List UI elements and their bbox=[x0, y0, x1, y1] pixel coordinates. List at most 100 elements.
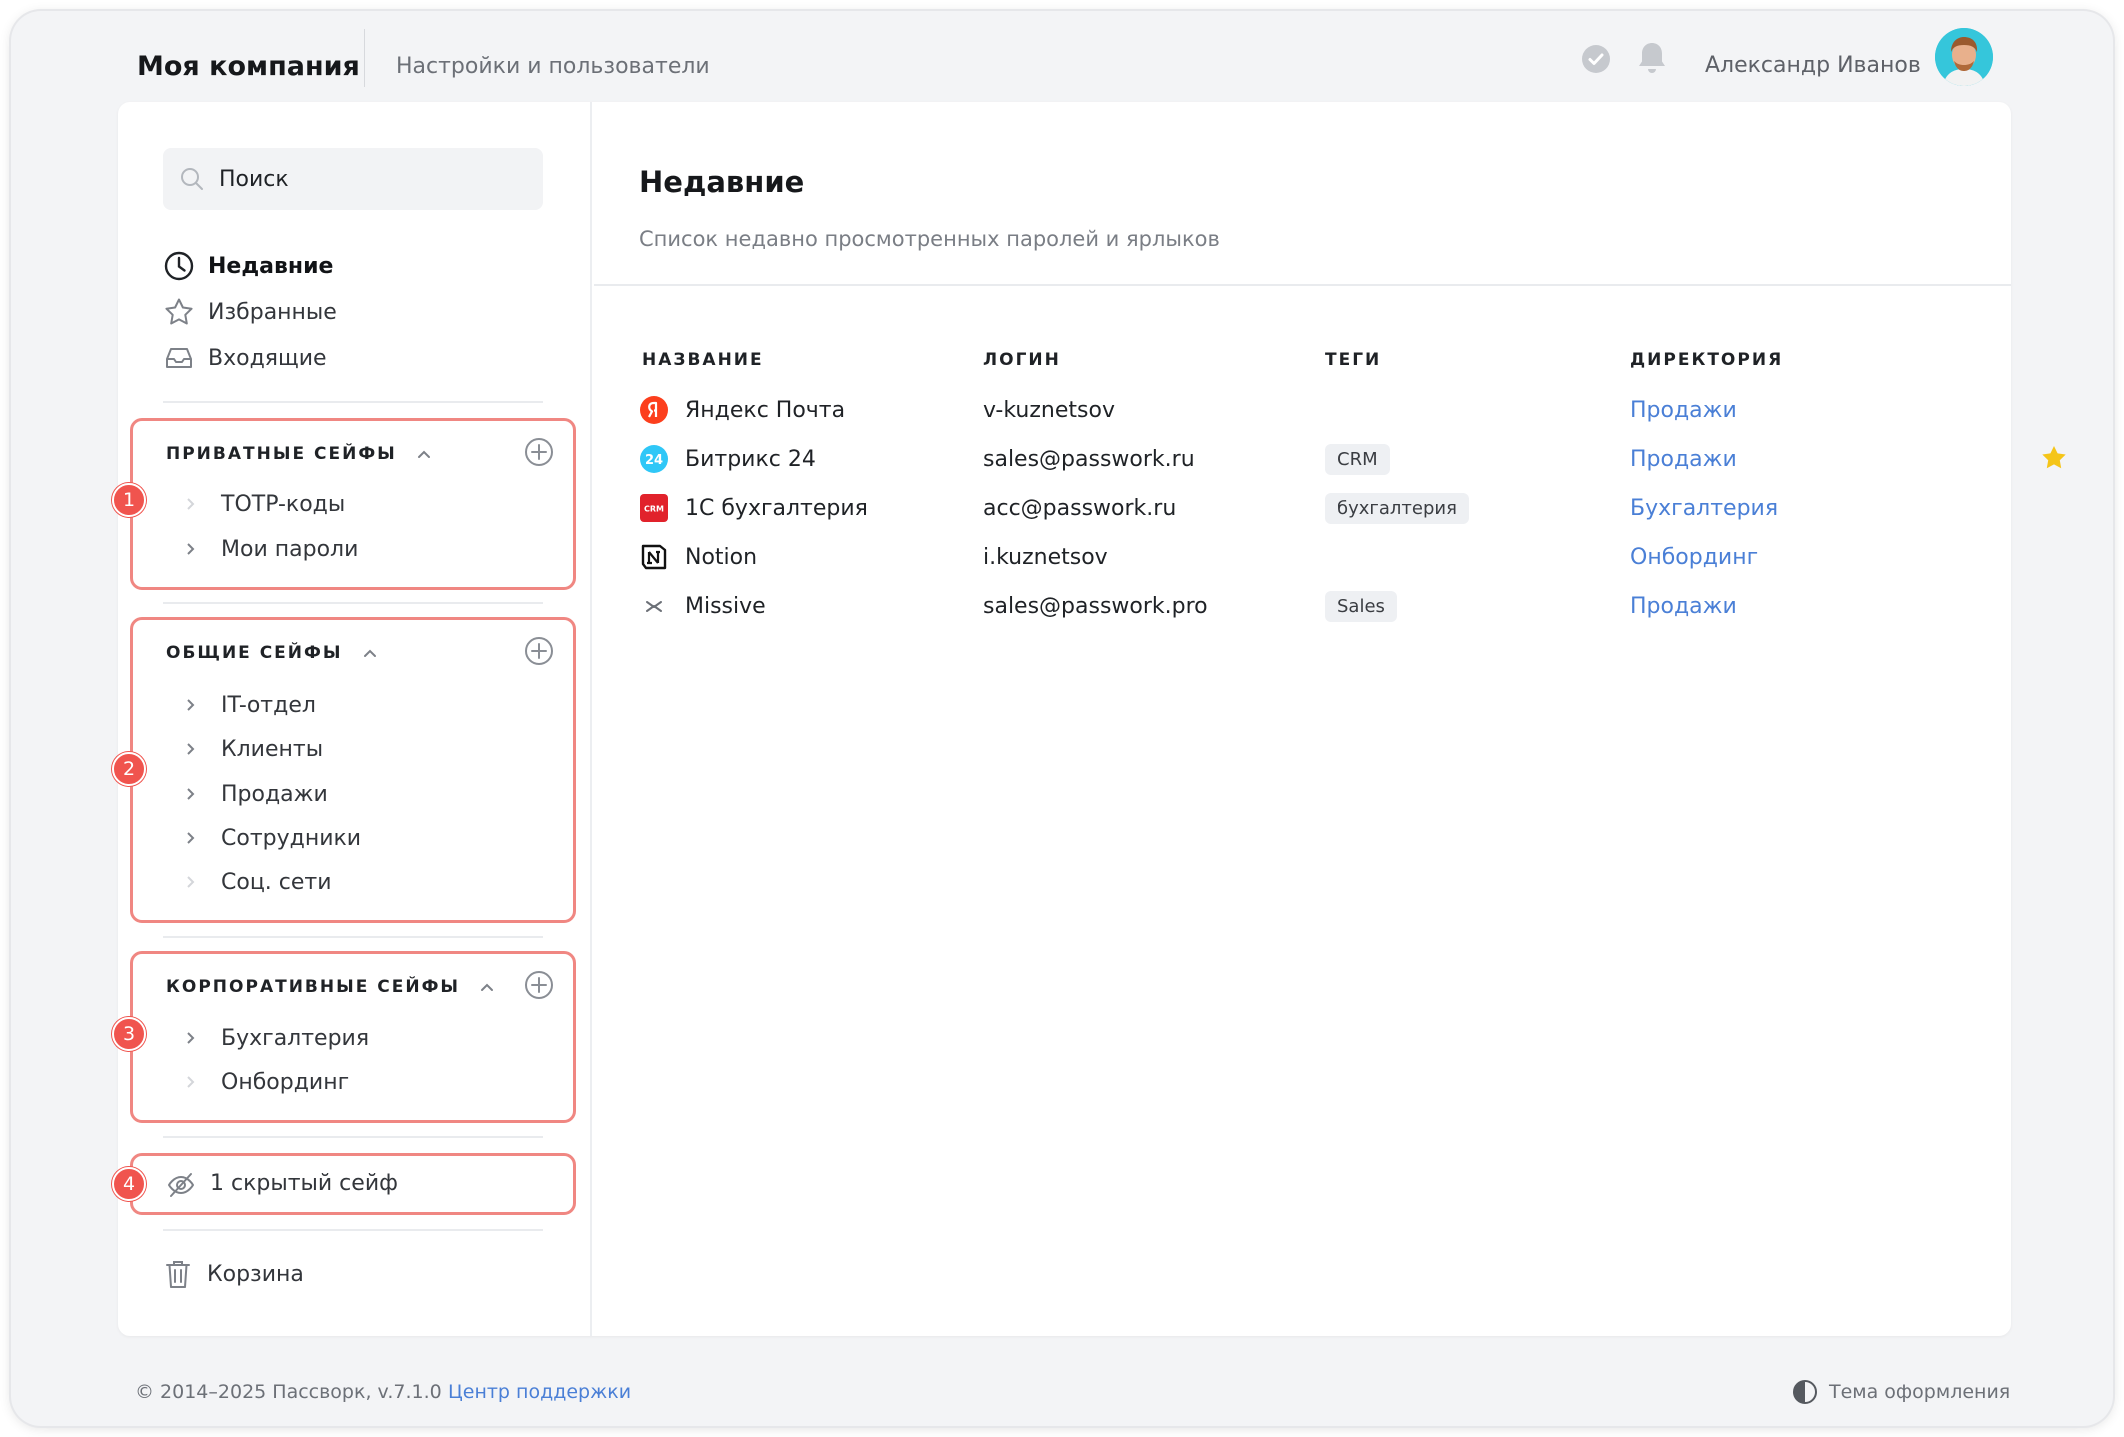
chevron-right-icon[interactable] bbox=[183, 496, 199, 512]
login-cell[interactable]: i.kuznetsov bbox=[983, 537, 1108, 577]
tag-badge[interactable]: Sales bbox=[1325, 590, 1397, 622]
name-text: Missive bbox=[685, 593, 766, 619]
notion-icon bbox=[641, 544, 667, 570]
name-cell[interactable]: Missive bbox=[639, 586, 766, 626]
directory-text[interactable]: Онбординг bbox=[1630, 545, 1758, 570]
name-cell[interactable]: Notion bbox=[639, 537, 757, 577]
app-window: Моя компания Настройки и пользователи Ал… bbox=[11, 11, 2113, 1426]
name-text: Яндекс Почта bbox=[685, 397, 846, 423]
sidebar-item-label: Корзина bbox=[207, 1261, 304, 1287]
vault-label: TOTP-коды bbox=[221, 491, 346, 517]
tag-badge[interactable]: CRM bbox=[1325, 443, 1390, 475]
name-cell[interactable]: 24 Битрикс 24 bbox=[639, 439, 816, 479]
search-box[interactable] bbox=[163, 148, 543, 210]
vault-label: Соц. сети bbox=[221, 869, 332, 895]
vault-item[interactable]: Бухгалтерия bbox=[183, 1020, 369, 1056]
directory-text[interactable]: Бухгалтерия bbox=[1630, 496, 1778, 521]
sidebar-item-label: Недавние bbox=[208, 253, 334, 279]
directory-link[interactable]: Продажи bbox=[1630, 439, 1737, 479]
group-header[interactable]: КОРПОРАТИВНЫЕ СЕЙФЫ bbox=[166, 972, 496, 1002]
chevron-right-icon[interactable] bbox=[183, 697, 199, 713]
vault-item[interactable]: Клиенты bbox=[183, 731, 323, 767]
bitrix24-icon: 24 bbox=[640, 445, 668, 473]
login-cell[interactable]: acc@passwork.ru bbox=[983, 488, 1176, 528]
user-name[interactable]: Александр Иванов bbox=[1705, 53, 1921, 78]
marker-3: 3 bbox=[112, 1017, 146, 1051]
chevron-right-icon[interactable] bbox=[183, 830, 199, 846]
directory-link[interactable]: Продажи bbox=[1630, 390, 1737, 430]
chevron-right-icon[interactable] bbox=[183, 541, 199, 557]
vault-item[interactable]: Продажи bbox=[183, 776, 328, 812]
vault-item[interactable]: Сотрудники bbox=[183, 820, 361, 856]
divider bbox=[163, 602, 543, 604]
sidebar-item-favorites[interactable]: Избранные bbox=[163, 292, 337, 332]
vault-item[interactable]: Соц. сети bbox=[183, 864, 332, 900]
chevron-right-icon[interactable] bbox=[183, 874, 199, 890]
column-header-tags[interactable]: ТЕГИ bbox=[1325, 350, 1381, 370]
theme-toggle[interactable]: Тема оформления bbox=[1791, 1377, 2010, 1407]
directory-text[interactable]: Продажи bbox=[1630, 594, 1737, 619]
bitrix24-badge: 24 bbox=[645, 453, 663, 468]
support-link[interactable]: Центр поддержки bbox=[448, 1381, 631, 1403]
sidebar-item-recent[interactable]: Недавние bbox=[163, 246, 333, 286]
header-divider bbox=[594, 284, 2011, 286]
chevron-up-icon bbox=[417, 450, 430, 458]
marker-4: 4 bbox=[112, 1167, 146, 1201]
copyright: © 2014–2025 Пассворк, v.7.1.0 bbox=[135, 1381, 442, 1403]
group-title: КОРПОРАТИВНЫЕ СЕЙФЫ bbox=[166, 977, 461, 997]
column-header-name[interactable]: НАЗВАНИЕ bbox=[642, 350, 764, 370]
directory-text[interactable]: Продажи bbox=[1630, 447, 1737, 472]
add-vault-icon[interactable] bbox=[523, 969, 555, 1001]
chevron-right-icon[interactable] bbox=[183, 1074, 199, 1090]
group-header[interactable]: ПРИВАТНЫЕ СЕЙФЫ bbox=[166, 439, 433, 469]
table-row[interactable]: Яндекс Почта v-kuznetsov Продажи bbox=[594, 390, 2011, 430]
chevron-right-icon[interactable] bbox=[183, 741, 199, 757]
login-cell[interactable]: v-kuznetsov bbox=[983, 390, 1115, 430]
directory-link[interactable]: Продажи bbox=[1630, 586, 1737, 626]
login-cell[interactable]: sales@passwork.ru bbox=[983, 439, 1195, 479]
directory-text[interactable]: Продажи bbox=[1630, 398, 1737, 423]
avatar[interactable] bbox=[1935, 28, 1993, 86]
table-row[interactable]: 24 Битрикс 24 sales@passwork.ru CRM Прод… bbox=[594, 439, 2066, 479]
table-row[interactable]: CRM 1С бухгалтерия acc@passwork.ru бухга… bbox=[594, 488, 2011, 528]
name-cell[interactable]: Яндекс Почта bbox=[639, 390, 845, 430]
divider bbox=[163, 401, 543, 403]
column-header-login[interactable]: ЛОГИН bbox=[983, 350, 1061, 370]
directory-link[interactable]: Онбординг bbox=[1630, 537, 1758, 577]
table-row[interactable]: Notion i.kuznetsov Онбординг bbox=[594, 537, 2011, 577]
hidden-vaults-label: 1 скрытый сейф bbox=[210, 1171, 398, 1196]
directory-link[interactable]: Бухгалтерия bbox=[1630, 488, 1778, 528]
marker-2: 2 bbox=[112, 752, 146, 786]
vault-label: Клиенты bbox=[221, 736, 324, 762]
vault-item[interactable]: TOTP-коды bbox=[183, 486, 345, 522]
column-header-directory[interactable]: ДИРЕКТОРИЯ bbox=[1630, 350, 1783, 370]
check-circle-icon[interactable] bbox=[1580, 43, 1612, 75]
group-header[interactable]: ОБЩИЕ СЕЙФЫ bbox=[166, 638, 379, 668]
add-vault-icon[interactable] bbox=[523, 635, 555, 667]
login-cell[interactable]: sales@passwork.pro bbox=[983, 586, 1208, 626]
chevron-right-icon[interactable] bbox=[183, 1030, 199, 1046]
sidebar-item-inbox[interactable]: Входящие bbox=[163, 338, 327, 378]
name-text: 1С бухгалтерия bbox=[685, 495, 868, 521]
table-row[interactable]: Missive sales@passwork.pro Sales Продажи bbox=[594, 586, 2011, 626]
sidebar: Недавние Избранные Входящие ПРИВАТНЫЕ bbox=[112, 102, 592, 1336]
name-cell[interactable]: CRM 1С бухгалтерия bbox=[639, 488, 868, 528]
shared-vaults-group: ОБЩИЕ СЕЙФЫ IT-отдел Клиенты Продажи Сот… bbox=[130, 617, 576, 923]
missive-icon bbox=[646, 601, 662, 612]
top-bar: Моя компания Настройки и пользователи Ал… bbox=[11, 11, 2113, 106]
sidebar-item-trash[interactable]: Корзина bbox=[163, 1254, 304, 1294]
bell-icon[interactable] bbox=[1634, 39, 1670, 77]
chevron-right-icon[interactable] bbox=[183, 786, 199, 802]
search-input[interactable] bbox=[219, 160, 519, 198]
add-vault-icon[interactable] bbox=[523, 436, 555, 468]
company-name[interactable]: Моя компания bbox=[137, 51, 360, 82]
favorite-star-icon[interactable] bbox=[2039, 443, 2069, 473]
vault-item[interactable]: Мои пароли bbox=[183, 531, 358, 567]
vault-item[interactable]: IT-отдел bbox=[183, 687, 316, 723]
vault-item[interactable]: Онбординг bbox=[183, 1064, 349, 1100]
chevron-up-icon bbox=[363, 649, 376, 657]
hidden-vaults-button[interactable]: 1 скрытый сейф bbox=[130, 1153, 576, 1215]
tag-badge[interactable]: бухгалтерия bbox=[1325, 492, 1469, 524]
breadcrumb-settings[interactable]: Настройки и пользователи bbox=[396, 54, 710, 79]
name-text: Notion bbox=[685, 544, 758, 570]
